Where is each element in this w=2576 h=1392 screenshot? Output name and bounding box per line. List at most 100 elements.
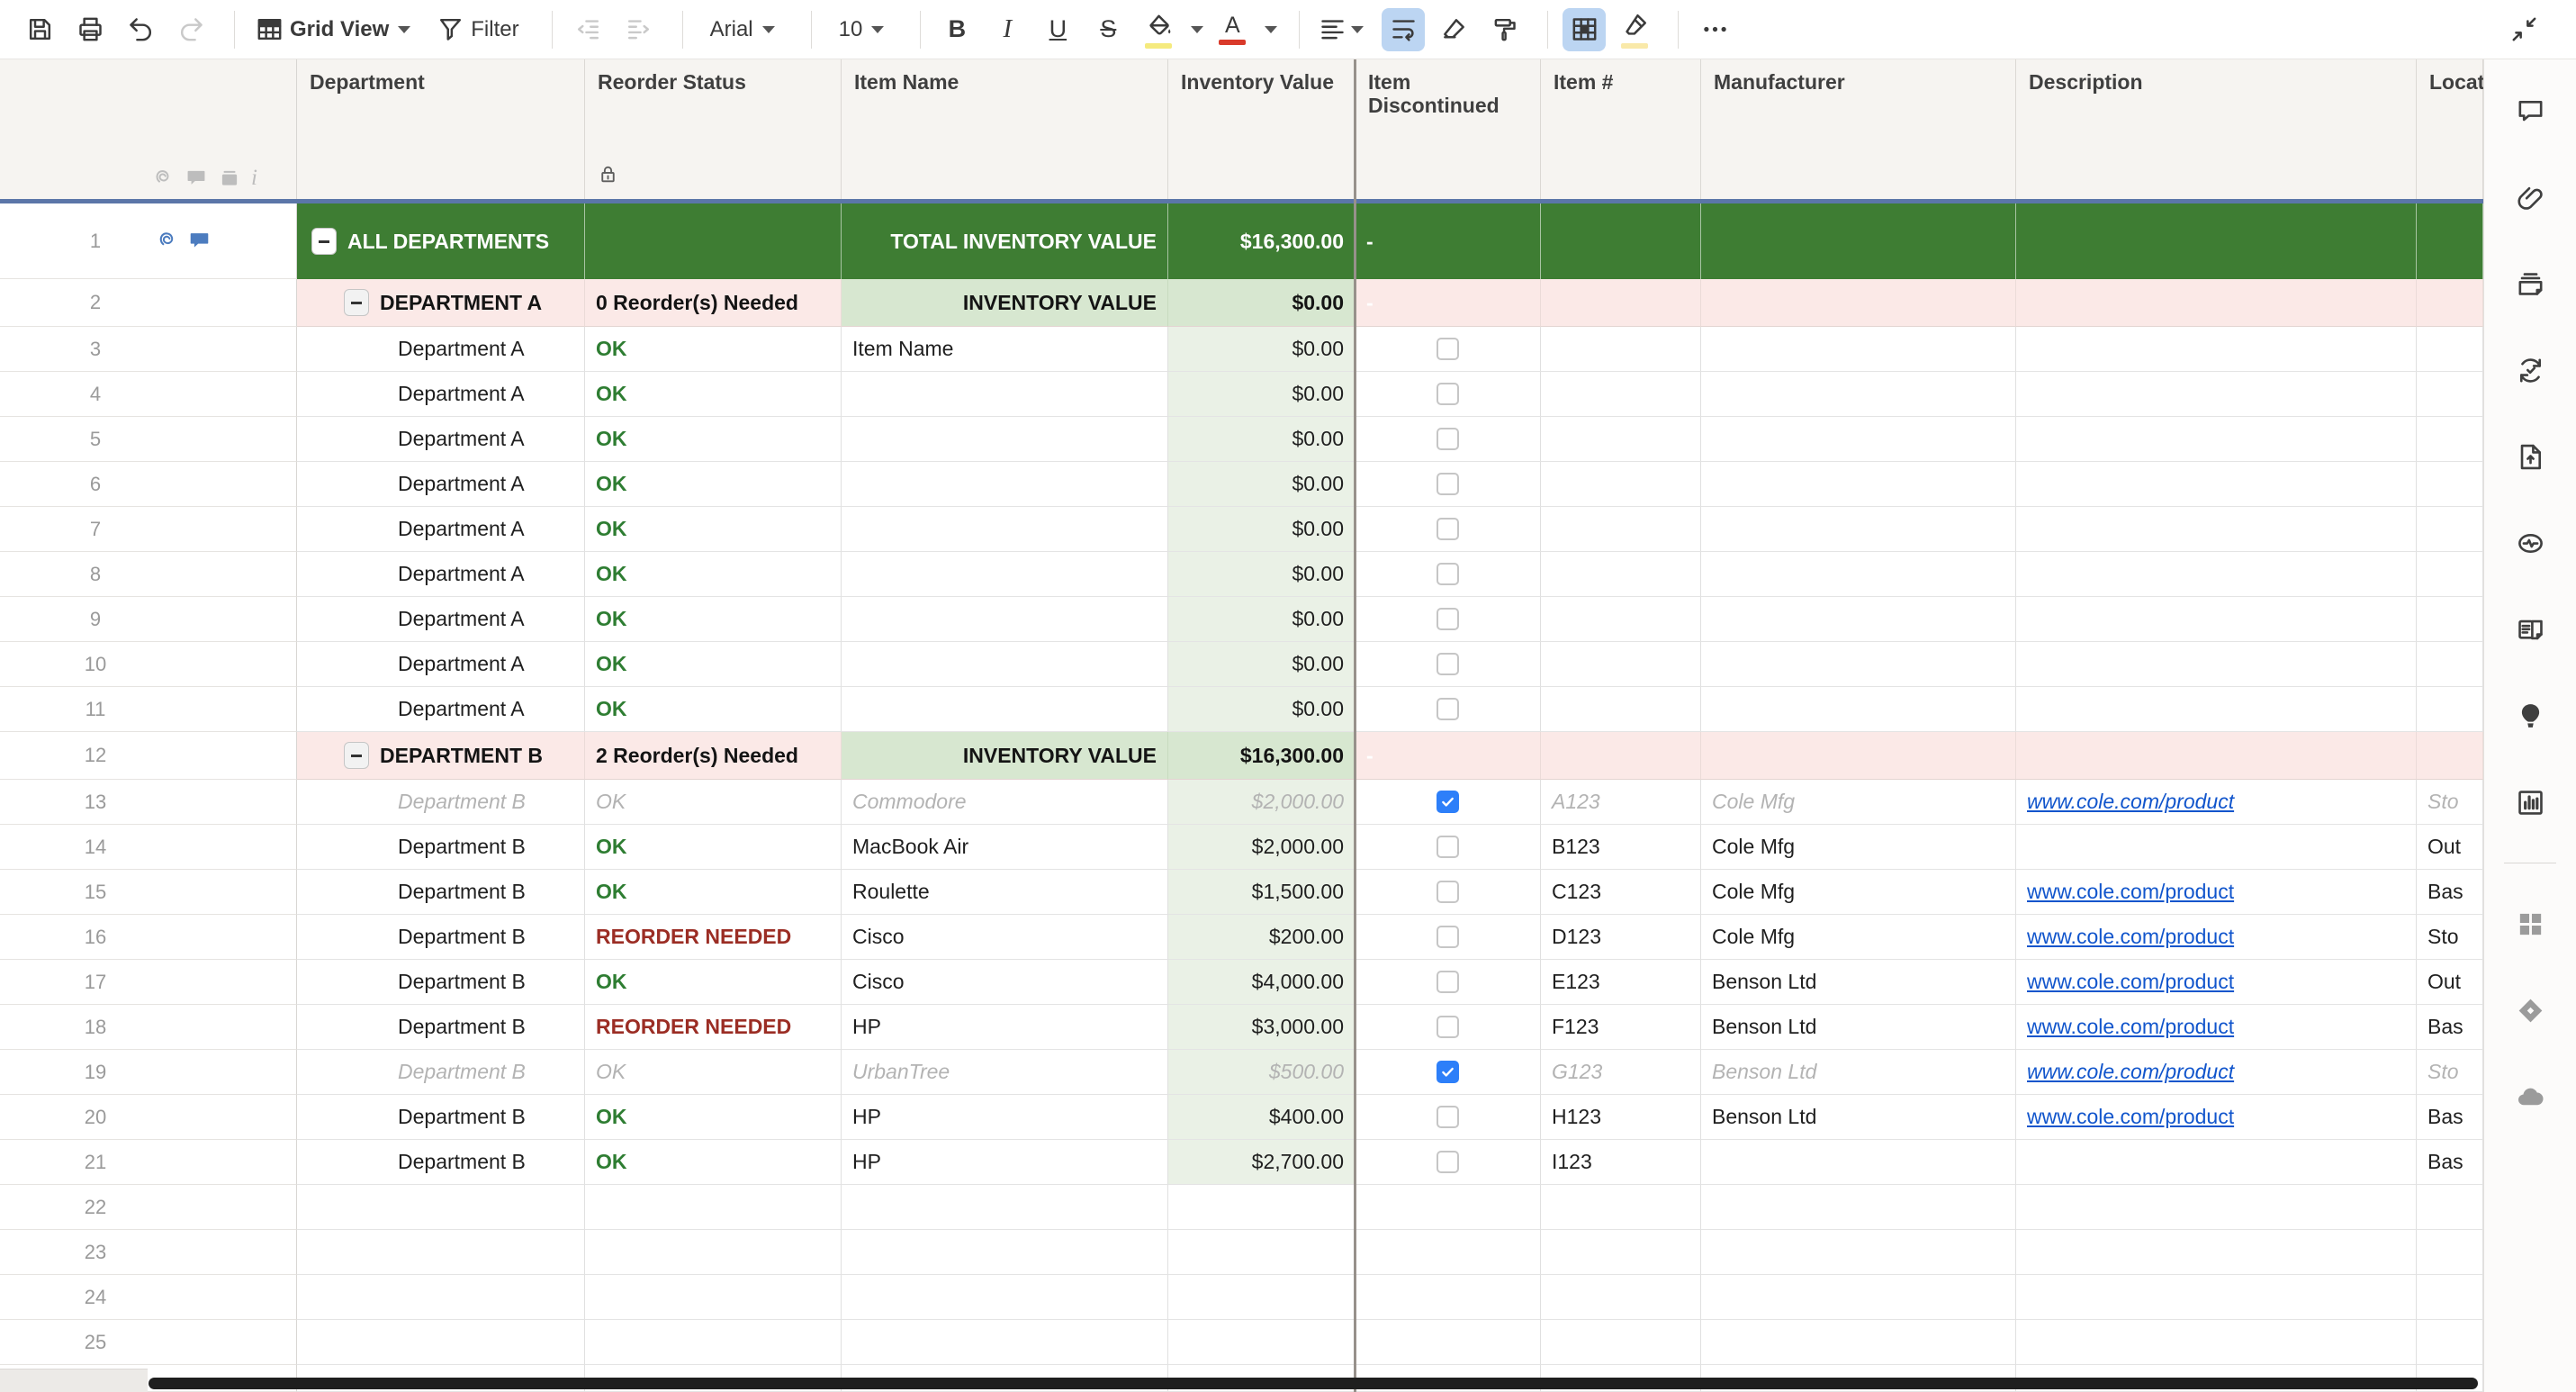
cell-manufacturer[interactable]	[1701, 597, 2016, 642]
cell-item_number[interactable]: H123	[1541, 1095, 1701, 1140]
column-header-item_number[interactable]: Item #	[1541, 59, 1701, 199]
row-number[interactable]: 17	[36, 971, 155, 994]
cell-department[interactable]: Department B	[297, 960, 585, 1005]
row-number[interactable]: 11	[36, 698, 155, 721]
update-requests-icon[interactable]	[2509, 349, 2551, 391]
cell-inventory_value[interactable]: $0.00	[1168, 507, 1356, 552]
cell-reorder_status[interactable]	[585, 1275, 842, 1320]
cell-inventory_value[interactable]: $0.00	[1168, 597, 1356, 642]
discontinued-checkbox[interactable]	[1437, 518, 1459, 540]
cell-department[interactable]: Department A	[297, 552, 585, 597]
cell-item_name[interactable]	[842, 687, 1168, 732]
cell-location[interactable]	[2417, 417, 2483, 462]
cell-department[interactable]	[297, 1230, 585, 1275]
row-number[interactable]: 9	[36, 608, 155, 631]
cell-description[interactable]	[2016, 825, 2417, 870]
discontinued-checkbox[interactable]	[1437, 473, 1459, 495]
cell-location[interactable]: Out	[2417, 825, 2483, 870]
description-link[interactable]: www.cole.com/product	[2027, 1105, 2234, 1129]
cell-location[interactable]	[2417, 687, 2483, 732]
collapse-group-button[interactable]	[311, 228, 337, 255]
cell-reorder_status[interactable]: OK	[585, 372, 842, 417]
cell-item_name[interactable]	[842, 597, 1168, 642]
cell-item_discontinued[interactable]	[1356, 960, 1541, 1005]
cell-item_name[interactable]: UrbanTree	[842, 1050, 1168, 1095]
cell-item_name[interactable]	[842, 1320, 1168, 1365]
cell-department[interactable]: Department A	[297, 372, 585, 417]
row-number[interactable]: 19	[36, 1061, 155, 1084]
connectors-cloud-icon[interactable]	[2509, 1076, 2551, 1117]
cell-reorder_status[interactable]: OK	[585, 1050, 842, 1095]
cell-item_name[interactable]: INVENTORY VALUE	[842, 732, 1168, 780]
font-color-button[interactable]: A	[1211, 8, 1254, 51]
cell-item_discontinued[interactable]: -	[1356, 203, 1541, 279]
activity-log-icon[interactable]	[2509, 522, 2551, 564]
cell-inventory_value[interactable]	[1168, 1275, 1356, 1320]
cell-inventory_value[interactable]: $4,000.00	[1168, 960, 1356, 1005]
cell-item_discontinued[interactable]	[1356, 1230, 1541, 1275]
cell-manufacturer[interactable]	[1701, 203, 2016, 279]
cell-department[interactable]: Department A	[297, 462, 585, 507]
cell-department[interactable]: Department B	[297, 1140, 585, 1185]
cell-item_discontinued[interactable]	[1356, 1140, 1541, 1185]
cell-item_discontinued[interactable]	[1356, 825, 1541, 870]
cell-reorder_status[interactable]: OK	[585, 960, 842, 1005]
cell-item_discontinued[interactable]	[1356, 507, 1541, 552]
cell-location[interactable]	[2417, 642, 2483, 687]
cell-item_name[interactable]	[842, 1275, 1168, 1320]
column-header-inventory_value[interactable]: Inventory Value	[1168, 59, 1356, 199]
cell-description[interactable]	[2016, 1320, 2417, 1365]
cell-item_name[interactable]	[842, 1230, 1168, 1275]
cell-inventory_value[interactable]: $500.00	[1168, 1050, 1356, 1095]
cell-manufacturer[interactable]	[1701, 687, 2016, 732]
cell-inventory_value[interactable]: $2,000.00	[1168, 780, 1356, 825]
premium-diamond-icon[interactable]	[2509, 990, 2551, 1031]
cell-reorder_status[interactable]	[585, 1230, 842, 1275]
cell-manufacturer[interactable]	[1701, 279, 2016, 327]
cell-item_discontinued[interactable]	[1356, 687, 1541, 732]
cell-manufacturer[interactable]	[1701, 1185, 2016, 1230]
cell-department[interactable]: Department A	[297, 507, 585, 552]
cell-inventory_value[interactable]: $2,000.00	[1168, 825, 1356, 870]
bold-button[interactable]: B	[935, 8, 978, 51]
cell-description[interactable]: www.cole.com/product	[2016, 870, 2417, 915]
discontinued-checkbox[interactable]	[1437, 563, 1459, 585]
collapse-toolbar-button[interactable]	[2502, 8, 2545, 51]
cell-manufacturer[interactable]	[1701, 417, 2016, 462]
highlight-button[interactable]	[1613, 8, 1656, 51]
cell-manufacturer[interactable]: Cole Mfg	[1701, 870, 2016, 915]
cell-manufacturer[interactable]	[1701, 507, 2016, 552]
discontinued-checkbox[interactable]	[1437, 383, 1459, 405]
row-number[interactable]: 21	[36, 1151, 155, 1174]
cell-item_number[interactable]	[1541, 597, 1701, 642]
cell-reorder_status[interactable]: OK	[585, 462, 842, 507]
row-number[interactable]: 14	[36, 836, 155, 859]
font-family-select[interactable]: Arial	[698, 8, 789, 51]
cell-description[interactable]	[2016, 1275, 2417, 1320]
cell-manufacturer[interactable]: Cole Mfg	[1701, 915, 2016, 960]
cell-inventory_value[interactable]: $2,700.00	[1168, 1140, 1356, 1185]
cell-description[interactable]	[2016, 462, 2417, 507]
save-button[interactable]	[18, 8, 61, 51]
collapse-group-button[interactable]	[344, 742, 369, 769]
cell-item_discontinued[interactable]	[1356, 915, 1541, 960]
discontinued-checkbox[interactable]	[1437, 428, 1459, 450]
row-number[interactable]: 7	[36, 518, 155, 541]
frozen-pane-divider[interactable]	[1354, 59, 1356, 1392]
cell-item_discontinued[interactable]	[1356, 1185, 1541, 1230]
cell-manufacturer[interactable]: Benson Ltd	[1701, 960, 2016, 1005]
row-number[interactable]: 23	[36, 1241, 155, 1264]
cell-location[interactable]	[2417, 462, 2483, 507]
cell-department[interactable]: DEPARTMENT A	[297, 279, 585, 327]
cell-reorder_status[interactable]: OK	[585, 327, 842, 372]
cell-location[interactable]	[2417, 597, 2483, 642]
bar-chart-icon[interactable]	[2509, 782, 2551, 823]
cell-description[interactable]	[2016, 552, 2417, 597]
cell-item_name[interactable]: Cisco	[842, 915, 1168, 960]
cell-item_number[interactable]	[1541, 687, 1701, 732]
cell-department[interactable]: Department B	[297, 780, 585, 825]
cell-reorder_status[interactable]	[585, 1185, 842, 1230]
cell-description[interactable]: www.cole.com/product	[2016, 1005, 2417, 1050]
cell-reorder_status[interactable]: OK	[585, 687, 842, 732]
cell-description[interactable]	[2016, 327, 2417, 372]
